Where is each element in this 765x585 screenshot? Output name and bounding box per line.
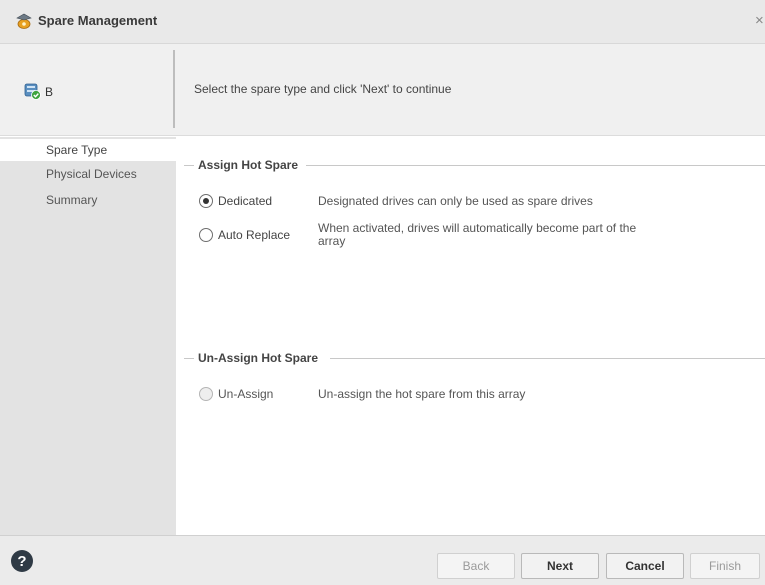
help-icon[interactable]: ? [11, 550, 33, 572]
wizard-header: B Select the spare type and click 'Next'… [0, 44, 765, 136]
unassign-hot-spare-section: Un-Assign Hot Spare [182, 350, 765, 366]
assign-hot-spare-title: Assign Hot Spare [198, 158, 299, 172]
auto-replace-description-line1: When activated, drives will automaticall… [318, 221, 637, 235]
spare-management-icon [16, 13, 32, 29]
unassign-label[interactable]: Un-Assign [218, 387, 273, 401]
window-title: Spare Management [38, 13, 158, 28]
array-name: B [45, 85, 54, 99]
assign-hot-spare-section: Assign Hot Spare [182, 157, 765, 173]
finish-button[interactable]: Finish [690, 553, 760, 579]
next-button[interactable]: Next [521, 553, 599, 579]
sidebar-item-summary[interactable]: Summary [0, 189, 176, 211]
section-rule [330, 358, 765, 359]
section-rule [184, 165, 194, 166]
unassign-radio[interactable] [199, 387, 213, 401]
wizard-footer: ? Back Next Cancel Finish [0, 535, 765, 585]
section-rule [306, 165, 765, 166]
help-glyph: ? [17, 553, 27, 570]
sidebar-item-spare-type[interactable]: Spare Type [0, 139, 176, 161]
close-icon[interactable]: × [755, 12, 764, 29]
unassign-description: Un-assign the hot spare from this array [318, 387, 526, 401]
unassign-hot-spare-title: Un-Assign Hot Spare [198, 351, 319, 365]
wizard-content: Assign Hot Spare Dedicated Designated dr… [176, 137, 765, 535]
instruction-text: Select the spare type and click 'Next' t… [194, 82, 452, 96]
dedicated-radio[interactable] [199, 194, 213, 208]
auto-replace-description-line2: array [318, 234, 346, 248]
back-button[interactable]: Back [437, 553, 515, 579]
section-rule [184, 358, 194, 359]
dedicated-label[interactable]: Dedicated [218, 194, 272, 208]
sidebar-item-physical-devices[interactable]: Physical Devices [0, 163, 176, 185]
dedicated-description: Designated drives can only be used as sp… [318, 194, 593, 208]
header-divider [173, 50, 175, 128]
wizard-steps-sidebar: Spare Type Physical Devices Summary [0, 137, 176, 535]
array-status-icon [24, 83, 41, 100]
radio-selected-dot [203, 198, 209, 204]
title-bar: Spare Management × [0, 0, 765, 44]
auto-replace-radio[interactable] [199, 228, 213, 242]
cancel-button[interactable]: Cancel [606, 553, 684, 579]
auto-replace-label[interactable]: Auto Replace [218, 228, 290, 242]
